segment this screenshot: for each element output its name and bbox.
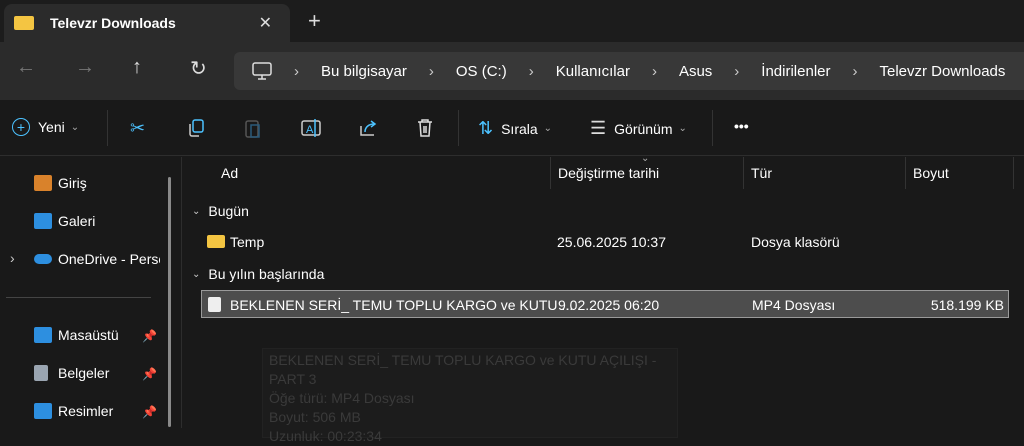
breadcrumb-item[interactable]: Bu bilgisayar [321, 63, 407, 80]
expand-chevron-icon[interactable]: › [10, 250, 15, 266]
documents-icon [34, 365, 48, 381]
sort-button[interactable]: ⇅ Sırala ⌄ [478, 118, 552, 139]
command-bar: + Yeni ⌄ ✂ A ⇅ Sırala ⌄ ☰ Görünüm ⌄ ••• [0, 100, 1024, 156]
desktop-icon [34, 327, 52, 343]
sidebar-item-documents[interactable]: Belgeler [34, 365, 109, 381]
group-header[interactable]: ⌄ Bu yılın başlarında [192, 266, 324, 282]
column-name[interactable]: Ad [221, 165, 238, 181]
chevron-right-icon: › [734, 62, 740, 80]
chevron-down-icon: ⌄ [192, 268, 201, 280]
column-type[interactable]: Tür [751, 165, 772, 181]
plus-circle-icon: + [12, 118, 30, 136]
tab-televzr-downloads[interactable]: Televzr Downloads ✕ [4, 4, 290, 42]
back-button[interactable]: ← [16, 56, 36, 79]
breadcrumb-item[interactable]: Asus [679, 63, 712, 80]
breadcrumb-item[interactable]: OS (C:) [456, 63, 507, 80]
pictures-icon [34, 403, 52, 419]
home-icon [34, 175, 52, 191]
title-bar: Televzr Downloads ✕ + [0, 0, 1024, 42]
navigation-bar: ← → ↑ ↻ › Bu bilgisayar › OS (C:) › Kull… [0, 42, 1024, 100]
sidebar-item-desktop[interactable]: Masaüstü [34, 327, 119, 343]
folder-icon [207, 235, 225, 248]
cloud-icon [34, 254, 52, 264]
computer-icon [252, 62, 272, 80]
view-button[interactable]: ☰ Görünüm ⌄ [590, 118, 687, 139]
breadcrumb-item[interactable]: İndirilenler [761, 63, 830, 80]
cut-icon[interactable]: ✂ [130, 118, 145, 139]
group-header[interactable]: ⌄ Bugün [192, 203, 249, 219]
tab-title: Televzr Downloads [50, 15, 176, 31]
pin-icon[interactable]: 📌 [142, 329, 157, 343]
video-file-icon [208, 297, 221, 312]
chevron-right-icon: › [651, 62, 657, 80]
chevron-right-icon: › [428, 62, 434, 80]
column-header: Ad ⌄ Değiştirme tarihi Tür Boyut [183, 153, 1024, 189]
delete-icon[interactable] [416, 118, 434, 138]
svg-text:A: A [306, 124, 314, 136]
plus-icon[interactable]: + [308, 8, 321, 34]
pin-icon[interactable]: 📌 [142, 367, 157, 381]
file-row-selected[interactable]: BEKLENEN SERİ_ TEMU TOPLU KARGO ve KUTU … [201, 290, 1009, 318]
chevron-down-icon: ⌄ [192, 205, 201, 217]
sidebar-item-pictures[interactable]: Resimler [34, 403, 113, 419]
share-icon[interactable] [358, 118, 378, 138]
pin-icon[interactable]: 📌 [142, 405, 157, 419]
gallery-icon [34, 213, 52, 229]
list-icon: ☰ [590, 118, 607, 138]
breadcrumb-item[interactable]: Televzr Downloads [880, 63, 1006, 80]
file-row[interactable]: Temp 25.06.2025 10:37 Dosya klasörü [201, 228, 1009, 256]
column-size[interactable]: Boyut [913, 165, 949, 181]
more-options-button[interactable]: ••• [734, 118, 749, 134]
folder-icon [14, 16, 34, 30]
close-icon[interactable]: ✕ [259, 13, 272, 33]
refresh-button[interactable]: ↻ [190, 56, 207, 81]
copy-icon[interactable] [186, 118, 206, 138]
breadcrumb-item[interactable]: Kullanıcılar [556, 63, 630, 80]
sort-chevron-icon: ⌄ [641, 153, 650, 164]
sidebar-item-onedrive[interactable]: OneDrive - Personal [34, 251, 160, 267]
chevron-right-icon: › [852, 62, 858, 80]
sidebar-scrollbar[interactable] [168, 177, 171, 427]
forward-button[interactable]: → [75, 56, 95, 79]
chevron-right-icon: › [294, 62, 299, 80]
chevron-right-icon: › [528, 62, 534, 80]
sidebar-item-gallery[interactable]: Galeri [34, 213, 95, 229]
navigation-pane: Giriş Galeri › OneDrive - Personal Masaü… [0, 157, 182, 428]
column-date-modified[interactable]: Değiştirme tarihi [558, 165, 659, 181]
paste-icon[interactable] [244, 118, 262, 138]
divider [6, 297, 151, 298]
rename-icon[interactable]: A [300, 118, 322, 138]
new-button[interactable]: + Yeni ⌄ [12, 118, 79, 136]
sidebar-item-home[interactable]: Giriş [34, 175, 87, 191]
up-button[interactable]: ↑ [132, 56, 142, 79]
file-tooltip: BEKLENEN SERİ_ TEMU TOPLU KARGO ve KUTU … [262, 348, 678, 444]
sort-icon: ⇅ [478, 118, 494, 138]
breadcrumb[interactable]: › Bu bilgisayar › OS (C:) › Kullanıcılar… [234, 52, 1024, 90]
